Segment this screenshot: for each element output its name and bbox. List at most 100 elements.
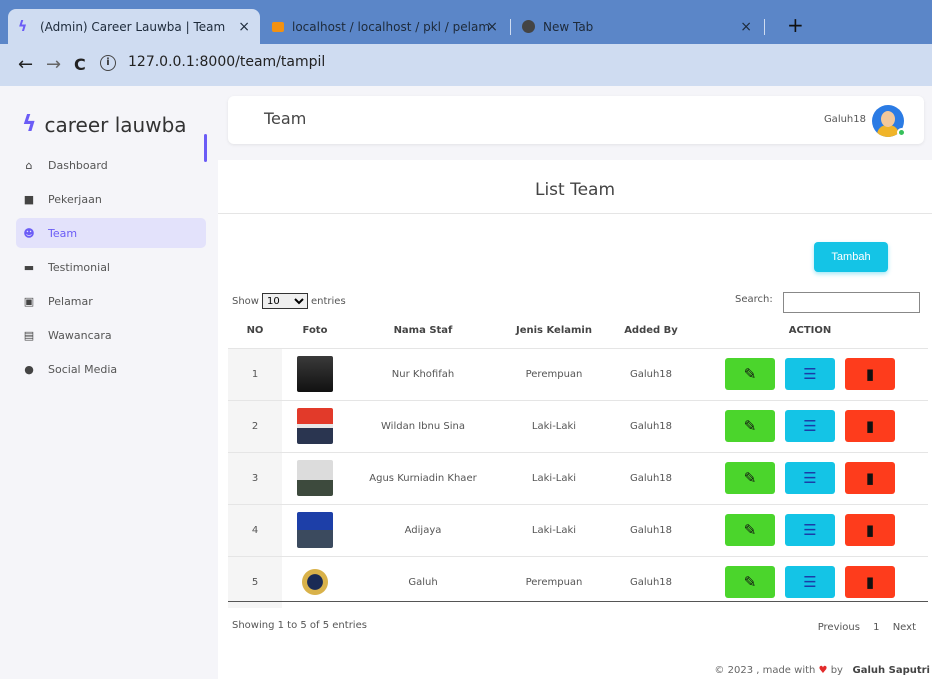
message-icon: ▬ bbox=[23, 260, 35, 274]
row-actions: ✎ ☰ ▮ bbox=[692, 347, 928, 400]
tab-phpmyadmin[interactable]: localhost / localhost / pkl / pelam × bbox=[262, 9, 508, 44]
add-team-button[interactable]: Tambah bbox=[814, 242, 888, 272]
sidebar-item-label: Team bbox=[48, 226, 78, 240]
sidebar-item-testimonial[interactable]: ▬ Testimonial bbox=[16, 252, 206, 282]
edit-button[interactable]: ✎ bbox=[725, 462, 775, 494]
row-nama: Adijaya bbox=[348, 503, 498, 556]
delete-button[interactable]: ▮ bbox=[845, 410, 895, 442]
row-added-by: Galuh18 bbox=[610, 399, 692, 452]
sidebar-item-pekerjaan[interactable]: ■ Pekerjaan bbox=[16, 184, 206, 214]
top-navbar: Team Galuh18 bbox=[228, 96, 924, 144]
tab-admin-career[interactable]: ϟ (Admin) Career Lauwba | Team × bbox=[8, 9, 260, 44]
row-jenis-kelamin: Perempuan bbox=[498, 347, 610, 400]
next-button[interactable]: Next bbox=[893, 622, 916, 633]
row-nama: Nur Khofifah bbox=[348, 347, 498, 400]
col-no[interactable]: NO bbox=[228, 314, 282, 348]
info-icon[interactable]: i bbox=[100, 55, 116, 71]
search-label: Search: bbox=[735, 294, 773, 305]
page-1-button[interactable]: 1 bbox=[873, 622, 879, 633]
tab-divider bbox=[510, 19, 511, 35]
entries-select[interactable]: 10 bbox=[261, 293, 308, 309]
lightning-icon: ϟ bbox=[22, 112, 37, 137]
row-photo-cell bbox=[282, 503, 348, 556]
staff-logo bbox=[297, 564, 333, 601]
delete-button[interactable]: ▮ bbox=[845, 566, 895, 599]
row-no: 1 bbox=[228, 347, 282, 400]
list-search-icon: ☰ bbox=[803, 417, 817, 435]
edit-button[interactable]: ✎ bbox=[725, 566, 775, 599]
col-foto[interactable]: Foto bbox=[282, 314, 348, 348]
url-field[interactable]: 127.0.0.1:8000/team/tampil bbox=[128, 54, 325, 70]
close-tab-icon[interactable]: × bbox=[238, 19, 250, 35]
close-tab-icon[interactable]: × bbox=[486, 19, 498, 35]
trash-icon: ▮ bbox=[865, 365, 875, 383]
sidebar-item-pelamar[interactable]: ▣ Pelamar bbox=[16, 286, 206, 316]
forward-arrow-icon[interactable]: → bbox=[46, 54, 61, 75]
sidebar-item-dashboard[interactable]: ⌂ Dashboard bbox=[16, 150, 206, 180]
reload-icon[interactable]: C bbox=[74, 55, 86, 74]
close-tab-icon[interactable]: × bbox=[740, 19, 752, 35]
pencil-icon: ✎ bbox=[743, 365, 757, 383]
row-no: 2 bbox=[228, 399, 282, 452]
col-action[interactable]: ACTION bbox=[692, 314, 928, 348]
detail-button[interactable]: ☰ bbox=[785, 566, 835, 599]
pencil-icon: ✎ bbox=[743, 573, 757, 592]
trash-icon: ▮ bbox=[865, 521, 875, 539]
row-actions: ✎ ☰ ▮ bbox=[692, 503, 928, 556]
previous-button[interactable]: Previous bbox=[818, 622, 860, 633]
row-added-by: Galuh18 bbox=[610, 451, 692, 504]
card-title: List Team bbox=[534, 180, 616, 200]
user-name[interactable]: Galuh18 bbox=[824, 114, 866, 125]
sidebar-item-wawancara[interactable]: ▤ Wawancara bbox=[16, 320, 206, 350]
list-search-icon: ☰ bbox=[803, 365, 817, 383]
tab-title: New Tab bbox=[543, 19, 594, 34]
table-header-row: NO Foto Nama Staf Jenis Kelamin Added By… bbox=[228, 314, 928, 348]
show-label: Show bbox=[232, 295, 259, 307]
lightning-icon: ϟ bbox=[18, 18, 28, 35]
sidebar-item-social-media[interactable]: ● Social Media bbox=[16, 354, 206, 384]
col-added-by[interactable]: Added By bbox=[610, 314, 692, 348]
footer-prefix: © 2023 , made with bbox=[714, 665, 816, 676]
users-icon: ☻ bbox=[23, 226, 35, 240]
avatar-face bbox=[881, 111, 895, 127]
back-arrow-icon[interactable]: ← bbox=[18, 54, 33, 75]
row-added-by: Galuh18 bbox=[610, 347, 692, 400]
tab-title: localhost / localhost / pkl / pelam bbox=[292, 19, 491, 34]
sidebar-item-team[interactable]: ☻ Team bbox=[16, 218, 206, 248]
delete-button[interactable]: ▮ bbox=[845, 358, 895, 390]
brand-logo[interactable]: ϟ career lauwba bbox=[22, 112, 187, 137]
detail-button[interactable]: ☰ bbox=[785, 462, 835, 494]
footer: © 2023 , made with ♥ by Galuh Saputri bbox=[714, 665, 930, 676]
table-row: 1 Nur Khofifah Perempuan Galuh18 ✎ ☰ ▮ bbox=[228, 347, 928, 400]
row-no: 4 bbox=[228, 503, 282, 556]
edit-button[interactable]: ✎ bbox=[725, 358, 775, 390]
detail-button[interactable]: ☰ bbox=[785, 410, 835, 442]
delete-button[interactable]: ▮ bbox=[845, 462, 895, 494]
edit-button[interactable]: ✎ bbox=[725, 410, 775, 442]
sidebar-item-label: Dashboard bbox=[48, 158, 108, 172]
sidebar-item-label: Pekerjaan bbox=[48, 192, 102, 206]
delete-button[interactable]: ▮ bbox=[845, 514, 895, 546]
trash-icon: ▮ bbox=[865, 417, 875, 435]
row-photo-cell bbox=[282, 347, 348, 400]
footer-author[interactable]: Galuh Saputri bbox=[853, 665, 930, 676]
edit-button[interactable]: ✎ bbox=[725, 514, 775, 546]
online-status-dot bbox=[897, 128, 906, 137]
col-nama-staf[interactable]: Nama Staf bbox=[348, 314, 498, 348]
new-tab-button[interactable]: + bbox=[787, 13, 804, 37]
staff-photo bbox=[297, 408, 333, 444]
sidebar: ϟ career lauwba ⌂ Dashboard ■ Pekerjaan … bbox=[0, 86, 210, 679]
staff-photo bbox=[297, 512, 333, 548]
footer-by: by bbox=[830, 665, 843, 676]
list-search-icon: ☰ bbox=[803, 521, 817, 539]
chat-icon: ● bbox=[24, 362, 34, 376]
search-input[interactable] bbox=[783, 292, 920, 313]
brand-name: career lauwba bbox=[44, 112, 187, 137]
detail-button[interactable]: ☰ bbox=[785, 358, 835, 390]
row-actions: ✎ ☰ ▮ bbox=[692, 451, 928, 504]
tab-new-tab[interactable]: New Tab × bbox=[512, 9, 762, 44]
col-jenis-kelamin[interactable]: Jenis Kelamin bbox=[498, 314, 610, 348]
list-search-icon: ☰ bbox=[803, 469, 817, 487]
detail-button[interactable]: ☰ bbox=[785, 514, 835, 546]
row-nama: Wildan Ibnu Sina bbox=[348, 399, 498, 452]
